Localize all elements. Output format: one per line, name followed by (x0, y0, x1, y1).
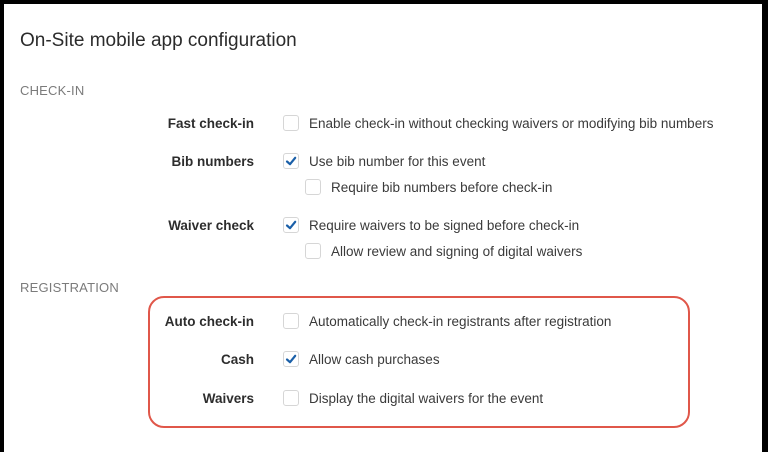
waivers-option[interactable]: Display the digital waivers for the even… (283, 390, 543, 406)
checkmark-icon (285, 220, 297, 230)
require-bib-option[interactable]: Require bib numbers before check-in (305, 179, 552, 195)
waiver-check-option-text: Require waivers to be signed before chec… (309, 217, 580, 233)
require-bib-option-text: Require bib numbers before check-in (331, 179, 553, 195)
fast-checkin-checkbox[interactable] (283, 115, 299, 131)
fast-checkin-label: Fast check-in (167, 116, 254, 131)
waiver-check-label: Waiver check (168, 218, 254, 233)
bib-numbers-label: Bib numbers (171, 154, 254, 169)
frame-left-border (0, 0, 4, 452)
waivers-option-text: Display the digital waivers for the even… (309, 390, 544, 406)
cash-option-text: Allow cash purchases (309, 351, 440, 367)
allow-review-checkbox[interactable] (305, 243, 321, 259)
allow-review-option[interactable]: Allow review and signing of digital waiv… (305, 243, 582, 259)
section-heading-registration: REGISTRATION (20, 280, 119, 295)
cash-option[interactable]: Allow cash purchases (283, 351, 440, 367)
section-heading-checkin: CHECK-IN (20, 83, 85, 98)
checkmark-icon (285, 354, 297, 364)
allow-review-option-text: Allow review and signing of digital waiv… (331, 243, 583, 259)
bib-numbers-option[interactable]: Use bib number for this event (283, 153, 485, 169)
waiver-check-option[interactable]: Require waivers to be signed before chec… (283, 217, 579, 233)
auto-checkin-option-text: Automatically check-in registrants after… (309, 313, 612, 329)
fast-checkin-option[interactable]: Enable check-in without checking waivers… (283, 115, 713, 131)
waivers-label: Waivers (202, 391, 254, 406)
auto-checkin-option[interactable]: Automatically check-in registrants after… (283, 313, 611, 329)
frame-right-border (762, 0, 768, 452)
bib-numbers-checkbox[interactable] (283, 153, 299, 169)
checkmark-icon (285, 156, 297, 166)
fast-checkin-option-text: Enable check-in without checking waivers… (309, 115, 714, 131)
frame-top-border (0, 0, 768, 4)
require-bib-checkbox[interactable] (305, 179, 321, 195)
waiver-check-checkbox[interactable] (283, 217, 299, 233)
page-title: On-Site mobile app configuration (20, 30, 297, 51)
bib-numbers-option-text: Use bib number for this event (309, 153, 486, 169)
auto-checkin-checkbox[interactable] (283, 313, 299, 329)
cash-label: Cash (220, 352, 254, 367)
cash-checkbox[interactable] (283, 351, 299, 367)
auto-checkin-label: Auto check-in (164, 314, 254, 329)
waivers-checkbox[interactable] (283, 390, 299, 406)
